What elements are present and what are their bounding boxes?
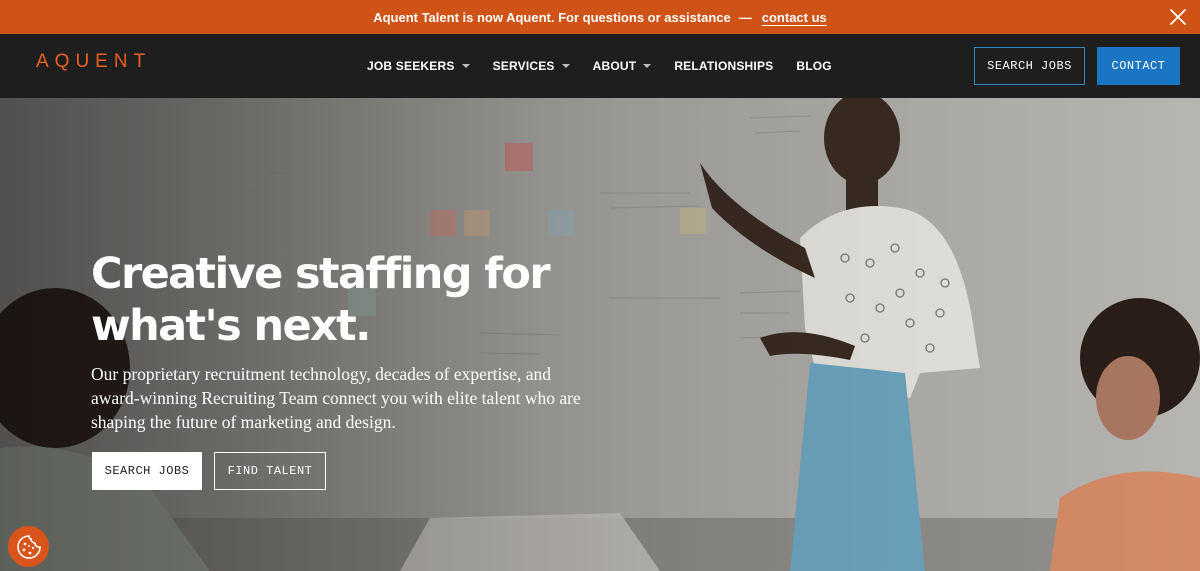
nav-item-label: BLOG	[796, 59, 832, 73]
nav-menu: JOB SEEKERS SERVICES ABOUT RELATIONSHIPS…	[367, 34, 855, 98]
hero-title-line: what's next.	[91, 301, 371, 351]
announcement-bar: Aquent Talent is now Aquent. For questio…	[0, 0, 1200, 34]
nav-item-relationships[interactable]: RELATIONSHIPS	[674, 59, 773, 73]
nav-item-about[interactable]: ABOUT	[593, 59, 652, 73]
nav-item-services[interactable]: SERVICES	[493, 59, 570, 73]
close-icon[interactable]	[1166, 5, 1190, 29]
nav-item-blog[interactable]: BLOG	[796, 59, 831, 73]
contact-us-link[interactable]: contact us	[762, 10, 827, 25]
hero-title-line: Creative staffing for	[91, 249, 551, 299]
nav-item-label: ABOUT	[592, 59, 637, 73]
nav-item-job-seekers[interactable]: JOB SEEKERS	[367, 59, 470, 73]
nav-item-label: JOB SEEKERS	[367, 59, 455, 73]
aquent-logo[interactable]: AQUENT	[36, 51, 151, 73]
hero-section: Creative staffing for what's next. Our p…	[0, 98, 1200, 571]
search-jobs-button[interactable]: SEARCH JOBS	[974, 47, 1085, 85]
announcement-dash: —	[738, 9, 752, 25]
nav-item-label: RELATIONSHIPS	[674, 59, 774, 73]
announcement-text: Aquent Talent is now Aquent. For questio…	[373, 9, 731, 25]
caret-down-icon	[461, 64, 470, 68]
caret-down-icon	[561, 64, 570, 68]
caret-down-icon	[643, 64, 652, 68]
find-talent-button[interactable]: FIND TALENT	[214, 452, 326, 490]
cookie-icon[interactable]	[8, 526, 49, 567]
hero-description: Our proprietary recruitment technology, …	[91, 364, 581, 432]
contact-button[interactable]: CONTACT	[1097, 47, 1180, 85]
main-nav: AQUENT JOB SEEKERS SERVICES ABOUT RELATI…	[0, 34, 1200, 98]
hero-title: Creative staffing for what's next.	[91, 248, 551, 352]
hero-search-jobs-button[interactable]: SEARCH JOBS	[92, 452, 202, 490]
nav-item-label: SERVICES	[492, 59, 555, 73]
